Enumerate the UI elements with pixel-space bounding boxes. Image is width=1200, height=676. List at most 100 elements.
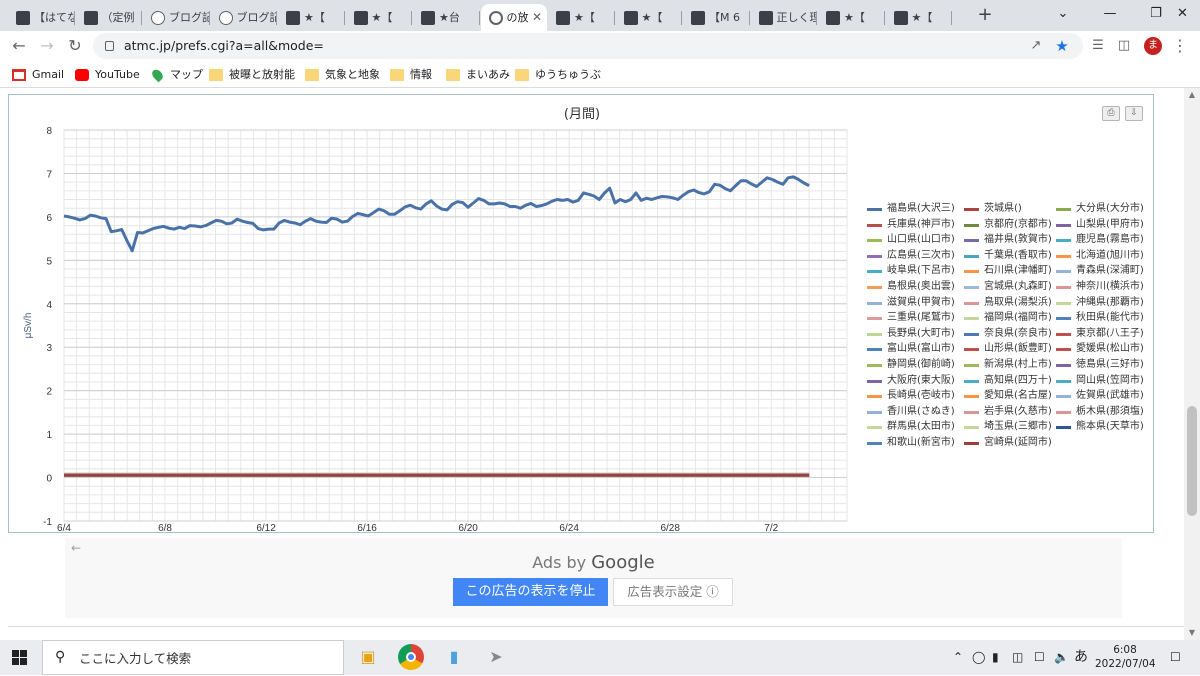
tray-chevron-icon[interactable]: ⌃: [953, 640, 963, 675]
legend-item[interactable]: 宮崎県(延岡市): [964, 436, 1052, 450]
legend-item[interactable]: 佐賀県(武雄市): [1056, 389, 1144, 403]
bookmark-6[interactable]: 情報: [390, 66, 432, 84]
tab-14[interactable]: ★【: [886, 4, 952, 31]
tab-4[interactable]: ブログ記: [211, 4, 277, 31]
legend-item[interactable]: 静岡県(御前崎): [867, 358, 955, 372]
bookmark-8[interactable]: ゆうちゅうぶ: [515, 66, 601, 84]
ime-indicator[interactable]: あ: [1074, 640, 1088, 675]
legend-item[interactable]: 北海道(旭川市): [1056, 249, 1144, 263]
bookmark-2[interactable]: YouTube: [75, 66, 140, 84]
legend-item[interactable]: 岩手県(久慈市): [964, 405, 1052, 419]
scroll-up-icon[interactable]: ▲: [1184, 88, 1200, 102]
minimize-icon[interactable]: —: [1087, 0, 1133, 31]
volume-icon[interactable]: 🔈: [1054, 640, 1069, 675]
tab-11[interactable]: 【M 6: [683, 4, 750, 31]
lock-icon[interactable]: [105, 41, 114, 51]
legend-item[interactable]: 熊本県(天草市): [1056, 420, 1144, 434]
legend-item[interactable]: 埼玉県(三郷市): [964, 420, 1052, 434]
taskbar-search-box[interactable]: ⚲ ここに入力して検索: [42, 640, 344, 675]
tab-3[interactable]: ブログ記: [143, 4, 210, 31]
legend-item[interactable]: 鹿児島(霧島市): [1056, 233, 1144, 247]
legend-item[interactable]: 神奈川(横浜市): [1056, 280, 1144, 294]
notepad-icon[interactable]: ▮: [442, 645, 466, 669]
new-tab-button[interactable]: +: [975, 4, 995, 28]
legend-item[interactable]: 宮城県(丸森町): [964, 280, 1052, 294]
windows-start-icon[interactable]: [12, 650, 27, 665]
menu-kebab-icon[interactable]: ⋮: [1170, 36, 1190, 56]
taskbar-search-placeholder[interactable]: ここに入力して検索: [79, 641, 191, 676]
tab-12[interactable]: 正しく理: [751, 4, 817, 31]
page-scrollbar[interactable]: ▲ ▼: [1184, 88, 1200, 640]
legend-item[interactable]: 和歌山(新宮市): [867, 436, 955, 450]
address-bar[interactable]: atmc.jp/prefs.cgi?a=all&mode=: [93, 33, 1083, 59]
tab-8[interactable]: の放 ✕: [480, 4, 547, 31]
legend-item[interactable]: 栃木県(那須塩): [1056, 405, 1144, 419]
legend-item[interactable]: 香川県(さぬき): [867, 405, 955, 419]
stop-ad-button[interactable]: この広告の表示を停止: [453, 578, 608, 606]
legend-item[interactable]: 山口県(山口市): [867, 233, 955, 247]
legend-item[interactable]: 福井県(敦賀市): [964, 233, 1052, 247]
legend-item[interactable]: 鳥取県(湯梨浜): [964, 296, 1052, 310]
legend-item[interactable]: 福岡県(福岡市): [964, 311, 1052, 325]
legend-item[interactable]: 長崎県(壱岐市): [867, 389, 955, 403]
legend-item[interactable]: 山形県(飯豊町): [964, 342, 1052, 356]
legend-item[interactable]: 徳島県(三好市): [1056, 358, 1144, 372]
tab-13[interactable]: ★【: [818, 4, 885, 31]
close-tab-icon[interactable]: ✕: [532, 4, 542, 31]
share-icon[interactable]: ↗: [1026, 36, 1046, 56]
legend-item[interactable]: 三重県(尾鷲市): [867, 311, 955, 325]
tab-7[interactable]: ★台: [413, 4, 480, 31]
bookmark-star-icon[interactable]: ★: [1052, 36, 1072, 56]
ad-settings-button[interactable]: 広告表示設定 ⓘ: [613, 578, 733, 606]
tab-search-icon[interactable]: ⌄: [1040, 0, 1086, 31]
legend-item[interactable]: 石川県(津幡町): [964, 264, 1052, 278]
scroll-thumb[interactable]: [1187, 406, 1197, 516]
legend-item[interactable]: 福島県(大沢三): [867, 202, 955, 216]
reading-list-icon[interactable]: ☰: [1088, 36, 1108, 56]
legend-item[interactable]: 山梨県(甲府市): [1056, 218, 1144, 232]
legend-item[interactable]: 茨城県(): [964, 202, 1022, 216]
url-text[interactable]: atmc.jp/prefs.cgi?a=all&mode=: [124, 33, 324, 59]
tab-5[interactable]: ★【: [278, 4, 345, 31]
legend-item[interactable]: 滋賀県(甲賀市): [867, 296, 955, 310]
scroll-down-icon[interactable]: ▼: [1184, 626, 1200, 640]
legend-item[interactable]: 東京都(八王子): [1056, 327, 1144, 341]
bookmark-5[interactable]: 気象と地象: [305, 66, 380, 84]
profile-avatar[interactable]: ま: [1144, 37, 1162, 55]
forward-arrow-icon[interactable]: →: [34, 33, 60, 59]
tab-2[interactable]: （定例: [76, 4, 142, 31]
bookmark-3[interactable]: マップ: [150, 66, 203, 84]
legend-item[interactable]: 広島県(三次市): [867, 249, 955, 263]
legend-item[interactable]: 島根県(奥出雲): [867, 280, 955, 294]
file-explorer-icon[interactable]: ▣: [356, 645, 380, 669]
bookmark-4[interactable]: 被曝と放射能: [209, 66, 295, 84]
legend-item[interactable]: 岐阜県(下呂市): [867, 264, 955, 278]
notification-icon[interactable]: ☐: [1170, 640, 1181, 675]
reload-icon[interactable]: ↻: [62, 33, 88, 59]
tab-6[interactable]: ★【: [346, 4, 412, 31]
tab-10[interactable]: ★【: [616, 4, 682, 31]
legend-item[interactable]: 青森県(深浦町): [1056, 264, 1144, 278]
system-clock[interactable]: 6:08 2022/07/04: [1095, 643, 1156, 671]
chrome-icon[interactable]: [398, 644, 424, 670]
legend-item[interactable]: 沖縄県(那覇市): [1056, 296, 1144, 310]
tab-9[interactable]: ★【: [548, 4, 615, 31]
legend-item[interactable]: 京都府(京都市): [964, 218, 1052, 232]
legend-item[interactable]: 愛知県(名古屋): [964, 389, 1052, 403]
legend-item[interactable]: 愛媛県(松山市): [1056, 342, 1144, 356]
legend-item[interactable]: 長野県(大町市): [867, 327, 955, 341]
legend-item[interactable]: 秋田県(能代市): [1056, 311, 1144, 325]
tray-app-icon[interactable]: ◯: [972, 640, 985, 675]
tab-1[interactable]: 【はてな: [8, 4, 75, 31]
bookmark-1[interactable]: Gmail: [12, 66, 64, 84]
battery-icon[interactable]: ▮: [992, 640, 999, 675]
legend-item[interactable]: 群馬県(太田市): [867, 420, 955, 434]
close-window-icon[interactable]: ✕: [1165, 0, 1200, 31]
legend-item[interactable]: 兵庫県(神戸市): [867, 218, 955, 232]
network-icon[interactable]: ◫: [1012, 640, 1023, 675]
legend-item[interactable]: 岡山県(笠岡市): [1056, 374, 1144, 388]
legend-item[interactable]: 大分県(大分市): [1056, 202, 1144, 216]
legend-item[interactable]: 千葉県(香取市): [964, 249, 1052, 263]
bookmark-7[interactable]: まいあみ: [446, 66, 510, 84]
side-panel-icon[interactable]: ◫: [1114, 36, 1134, 56]
